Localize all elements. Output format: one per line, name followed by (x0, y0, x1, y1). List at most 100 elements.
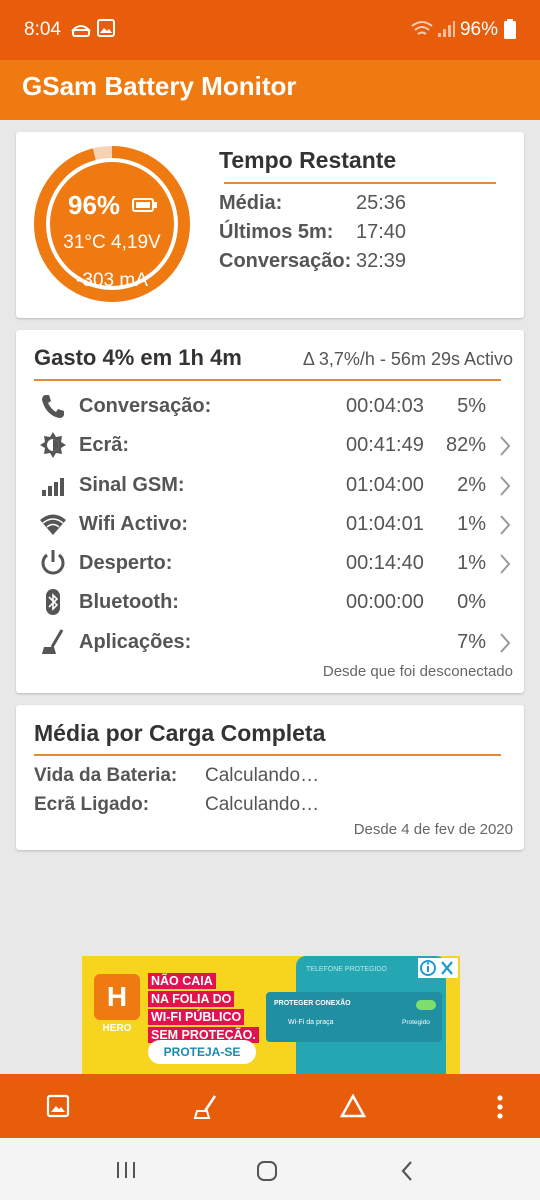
tempo-restante-divider (224, 182, 496, 184)
ad-choices[interactable] (418, 958, 458, 978)
usage-row-percent: 82% (445, 434, 486, 456)
full-charge-label: Ecrã Ligado: (34, 794, 150, 815)
triangle-icon[interactable] (340, 1094, 366, 1118)
app-bar: GSam Battery Monitor (0, 60, 540, 120)
battery-icon (132, 198, 157, 212)
toggle-icon (416, 1000, 436, 1010)
bottom-toolbar (0, 1074, 540, 1138)
usage-row-conversacao: Conversação: 00:04:03 5% (16, 387, 524, 427)
tempo-row-label: Média: (219, 192, 283, 214)
gauge-temp-voltage: 31°C 4,19V (63, 232, 161, 253)
usage-row-duration: 00:14:40 (346, 552, 424, 574)
power-icon (41, 550, 65, 575)
usage-row-percent: 1% (457, 552, 486, 574)
usage-row-duration: 01:04:01 (346, 513, 424, 535)
wifi-status-icon (411, 21, 433, 35)
usage-row-desperto[interactable]: Desperto: 00:14:40 1% (16, 544, 524, 584)
ad-brand: HERO (102, 1023, 132, 1034)
brightness-icon (40, 432, 66, 458)
signal-icon (42, 478, 64, 496)
image-icon[interactable] (46, 1094, 70, 1118)
usage-row-wifi[interactable]: Wifi Activo: 01:04:01 1% (16, 505, 524, 545)
ad-cta-button[interactable]: PROTEJA-SE (148, 1040, 256, 1064)
usage-row-label: Ecrã: (79, 434, 130, 456)
tempo-row-label: Últimos 5m: (219, 221, 334, 243)
broom-icon (42, 629, 64, 654)
ad-headline-line: NA FOLIA DO (148, 991, 235, 1007)
tempo-row-value: 25:36 (356, 192, 407, 214)
gamepad-notification-icon (71, 25, 91, 37)
usage-row-percent: 7% (457, 631, 486, 653)
ad-panel-title: PROTEGER CONEXÃO (274, 1000, 351, 1007)
full-charge-value: Calculando… (205, 765, 320, 786)
usage-footer: Desde que foi desconectado (322, 663, 513, 680)
usage-card: Gasto 4% em 1h 4m Δ 3,7%/h - 56m 29s Act… (16, 330, 524, 693)
ad-panel-status: Protegido (402, 1019, 430, 1026)
tempo-row-value: 17:40 (356, 221, 407, 243)
tempo-restante-title: Tempo Restante (219, 147, 397, 173)
full-charge-value: Calculando… (205, 794, 320, 815)
gauge-current: -303 mA (76, 270, 148, 291)
status-bar: 8:04 96% (0, 0, 540, 60)
home-icon[interactable] (256, 1160, 278, 1182)
ad-logo: H (94, 974, 140, 1020)
more-icon[interactable] (494, 1094, 506, 1120)
usage-rate: Δ 3,7%/h - 56m 29s Activo (302, 349, 513, 369)
tempo-row-value: 32:39 (356, 250, 407, 272)
usage-row-label: Desperto: (79, 552, 173, 574)
broom-icon[interactable] (193, 1094, 219, 1120)
recents-icon[interactable] (115, 1160, 137, 1180)
full-charge-divider (34, 754, 501, 756)
ad-headline-line: NÃO CAIA (148, 973, 216, 989)
gallery-notification-icon (97, 19, 115, 37)
usage-row-duration: 00:04:03 (346, 395, 424, 417)
ad-headline-line: WI-FI PÚBLICO (148, 1009, 245, 1025)
usage-row-ecra[interactable]: Ecrã: 00:41:49 82% (16, 426, 524, 466)
full-charge-label: Vida da Bateria: (34, 765, 178, 786)
app-title: GSam Battery Monitor (22, 71, 297, 101)
full-charge-card[interactable]: Média por Carga Completa Vida da Bateria… (16, 705, 524, 850)
ad-phone-header: TELEFONE PROTEGIDO (306, 966, 387, 973)
battery-status-icon (504, 19, 516, 39)
usage-row-aplicacoes[interactable]: Aplicações: 7% (16, 623, 524, 663)
usage-row-percent: 2% (457, 474, 486, 496)
chevron-right-icon[interactable] (498, 514, 512, 536)
usage-row-label: Bluetooth: (79, 591, 179, 613)
chevron-right-icon[interactable] (498, 475, 512, 497)
usage-row-label: Conversação: (79, 395, 212, 417)
usage-title: Gasto 4% em 1h 4m (34, 345, 242, 370)
status-time: 8:04 (24, 19, 61, 40)
chevron-right-icon[interactable] (498, 435, 512, 457)
chevron-right-icon[interactable] (498, 632, 512, 654)
usage-row-label: Aplicações: (79, 631, 192, 653)
usage-row-duration: 01:04:00 (346, 474, 424, 496)
ad-panel: PROTEGER CONEXÃO Wi-Fi da praça Protegid… (266, 992, 442, 1042)
status-battery-percent: 96% (459, 19, 498, 40)
usage-row-sinal-gsm[interactable]: Sinal GSM: 01:04:00 2% (16, 466, 524, 506)
usage-row-duration: 00:00:00 (346, 591, 424, 613)
ad-info-close-icon[interactable] (418, 958, 458, 978)
wifi-icon (40, 514, 66, 535)
usage-divider (34, 379, 501, 381)
full-charge-footer: Desde 4 de fev de 2020 (353, 821, 513, 838)
back-icon[interactable] (400, 1160, 414, 1182)
full-charge-title: Média por Carga Completa (34, 720, 326, 746)
usage-row-percent: 1% (457, 513, 486, 535)
usage-row-percent: 0% (457, 591, 486, 613)
phone-icon (42, 395, 64, 418)
gauge-battery-percent: 96% (68, 190, 121, 220)
system-nav-bar (0, 1138, 540, 1200)
ad-banner[interactable]: H HERO NÃO CAIA NA FOLIA DO WI-FI PÚBLIC… (82, 956, 460, 1074)
signal-status-icon (438, 21, 455, 37)
usage-row-duration: 00:41:49 (346, 434, 424, 456)
usage-row-label: Wifi Activo: (79, 513, 189, 535)
chevron-right-icon[interactable] (498, 553, 512, 575)
battery-summary-card[interactable]: 96% 31°C 4,19V -303 mA Tempo Restante Mé… (16, 132, 524, 318)
battery-gauge[interactable]: 96% 31°C 4,19V -303 mA (34, 146, 190, 302)
usage-row-percent: 5% (457, 395, 486, 417)
usage-row-label: Sinal GSM: (79, 474, 185, 496)
tempo-row-label: Conversação: (219, 250, 352, 272)
ad-panel-sub: Wi-Fi da praça (288, 1019, 334, 1026)
bluetooth-icon (46, 589, 60, 615)
usage-row-bluetooth: Bluetooth: 00:00:00 0% (16, 583, 524, 623)
